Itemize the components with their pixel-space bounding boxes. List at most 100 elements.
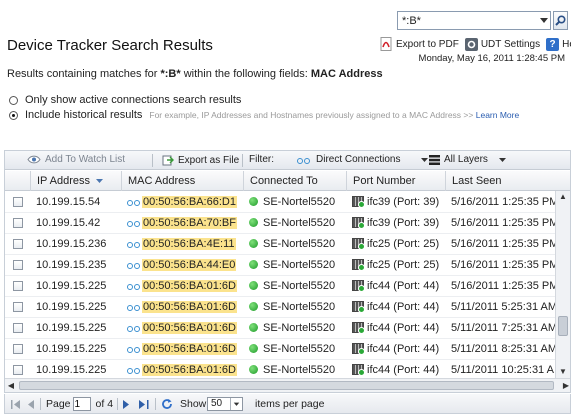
port-icon: [352, 300, 365, 313]
scroll-right-arrow[interactable]: ▶: [560, 379, 570, 392]
search-field[interactable]: [397, 11, 551, 30]
cell-mac-value[interactable]: 00:50:56:BA:01:6D: [142, 364, 237, 376]
cell-port-value[interactable]: ifc44 (Port: 44): [367, 343, 439, 355]
row-checkbox[interactable]: [13, 239, 23, 249]
row-checkbox[interactable]: [13, 281, 23, 291]
page-number-input[interactable]: [72, 397, 91, 411]
cell-mac-value[interactable]: 00:50:56:BA:4E:11: [142, 238, 236, 250]
cell-connected-value[interactable]: SE-Nortel5520: [263, 238, 335, 250]
table-row[interactable]: 10.199.15.54 00:50:56:BA:66:D1 SE-Nortel55…: [5, 192, 556, 213]
column-header-port[interactable]: Port Number: [347, 171, 446, 191]
date-timestamp: Monday, May 16, 2011 1:28:45 PM: [418, 53, 565, 64]
chevron-down-icon[interactable]: [538, 12, 550, 29]
last-page-button[interactable]: [139, 394, 149, 414]
cell-connected-value[interactable]: SE-Nortel5520: [263, 301, 335, 313]
cell-mac-value[interactable]: 00:50:56:BA:01:6D: [142, 280, 237, 292]
radio-historical[interactable]: [9, 110, 18, 120]
next-page-button[interactable]: [123, 394, 129, 414]
row-checkbox[interactable]: [13, 302, 23, 312]
row-checkbox[interactable]: [13, 344, 23, 354]
cell-port-value[interactable]: ifc39 (Port: 39): [367, 196, 439, 208]
cell-port-value[interactable]: ifc44 (Port: 44): [367, 301, 439, 313]
add-watch-button[interactable]: Add To Watch List: [27, 154, 125, 165]
cell-port-value[interactable]: ifc44 (Port: 44): [367, 280, 439, 292]
cell-connected-value[interactable]: SE-Nortel5520: [263, 280, 335, 292]
sort-descending-icon: [96, 178, 104, 183]
cell-port-value[interactable]: ifc39 (Port: 39): [367, 217, 439, 229]
prev-page-button[interactable]: [28, 394, 34, 414]
row-checkbox[interactable]: [13, 260, 23, 270]
port-icon: [352, 321, 365, 334]
mac-connection-icon: [127, 304, 140, 312]
status-up-icon: [249, 301, 258, 311]
cell-mac-value[interactable]: 00:50:56:BA:01:6D: [142, 301, 237, 313]
column-header-connected[interactable]: Connected To: [244, 171, 347, 191]
learn-more-link[interactable]: Learn More: [476, 110, 519, 120]
next-page-icon: [123, 399, 129, 409]
column-header-ip[interactable]: IP Address: [31, 171, 122, 191]
column-header-last-seen[interactable]: Last Seen: [446, 171, 570, 191]
radio-active-only[interactable]: [9, 95, 18, 105]
cell-last-seen: 5/11/2011 8:25:31 AM: [451, 343, 555, 355]
row-checkbox[interactable]: [13, 218, 23, 228]
horizontal-scrollbar[interactable]: ◀ ▶: [5, 378, 570, 392]
table-row[interactable]: 10.199.15.225 00:50:56:BA:01:6D SE-Nortel5…: [5, 276, 556, 297]
chevron-down-icon: [498, 157, 506, 162]
horizontal-scroll-thumb[interactable]: [19, 381, 554, 390]
vertical-scrollbar[interactable]: ▲ ▼: [555, 191, 570, 378]
search-input[interactable]: [398, 12, 538, 29]
cell-port-value[interactable]: ifc25 (Port: 25): [367, 238, 439, 250]
cell-mac-value[interactable]: 00:50:56:BA:01:6D: [142, 322, 237, 334]
historical-hint: For example, IP Addresses and Hostnames …: [149, 110, 519, 120]
cell-connected-value[interactable]: SE-Nortel5520: [263, 259, 335, 271]
table-row[interactable]: 10.199.15.235 00:50:56:BA:44:E0 SE-Nortel5…: [5, 255, 556, 276]
cell-ip: 10.199.15.225: [36, 343, 107, 355]
option-historical[interactable]: Include historical results For example, …: [9, 109, 519, 121]
vertical-scroll-thumb[interactable]: [558, 316, 568, 336]
filter-dropdown[interactable]: Direct Connections: [297, 154, 429, 165]
cell-connected-value[interactable]: SE-Nortel5520: [263, 343, 335, 355]
row-checkbox[interactable]: [13, 323, 23, 333]
items-per-page-label: items per page: [255, 398, 325, 410]
summary-term: *:B*: [160, 68, 181, 80]
option-active-only[interactable]: Only show active connections search resu…: [9, 94, 241, 106]
cell-port: ifc44 (Port: 44): [352, 276, 439, 297]
cell-connected: SE-Nortel5520: [249, 255, 335, 276]
cell-mac-value[interactable]: 00:50:56:BA:01:6D: [142, 343, 237, 355]
table-row[interactable]: 10.199.15.42 00:50:56:BA:70:BF SE-Nortel55…: [5, 213, 556, 234]
export-pdf-link[interactable]: Export to PDF: [380, 37, 459, 51]
scroll-down-arrow[interactable]: ▼: [556, 366, 570, 378]
cell-port-value[interactable]: ifc25 (Port: 25): [367, 259, 439, 271]
help-link[interactable]: ? Help: [546, 37, 571, 51]
table-row[interactable]: 10.199.15.225 00:50:56:BA:01:6D SE-Nortel5…: [5, 297, 556, 318]
scroll-up-arrow[interactable]: ▲: [556, 191, 570, 203]
cell-last-seen: 5/16/2011 1:25:35 PM: [451, 238, 555, 250]
row-checkbox[interactable]: [13, 197, 23, 207]
cell-connected-value[interactable]: SE-Nortel5520: [263, 196, 335, 208]
cell-mac-value[interactable]: 00:50:56:BA:70:BF: [142, 217, 237, 229]
search-button[interactable]: [553, 11, 568, 30]
cell-mac: 00:50:56:BA:01:6D: [127, 339, 237, 360]
refresh-button[interactable]: [161, 394, 173, 414]
cell-mac-value[interactable]: 00:50:56:BA:44:E0: [142, 259, 237, 271]
row-checkbox[interactable]: [13, 365, 23, 375]
cell-connected-value[interactable]: SE-Nortel5520: [263, 322, 335, 334]
table-row[interactable]: 10.199.15.225 00:50:56:BA:01:6D SE-Nortel5…: [5, 339, 556, 360]
table-row[interactable]: 10.199.15.225 00:50:56:BA:01:6D SE-Nortel5…: [5, 318, 556, 339]
table-row[interactable]: 10.199.15.236 00:50:56:BA:4E:11 SE-Nortel5…: [5, 234, 556, 255]
export-file-label: Export as File: [178, 154, 240, 166]
layers-dropdown[interactable]: All Layers: [429, 154, 507, 165]
cell-mac-value[interactable]: 00:50:56:BA:66:D1: [142, 196, 237, 208]
export-file-button[interactable]: Export as File: [162, 154, 239, 166]
cell-connected-value[interactable]: SE-Nortel5520: [263, 217, 335, 229]
udt-settings-link[interactable]: UDT Settings: [464, 37, 540, 51]
column-header-mac[interactable]: MAC Address: [122, 171, 244, 191]
cell-port-value[interactable]: ifc44 (Port: 44): [367, 322, 439, 334]
per-page-select[interactable]: 50: [207, 394, 243, 414]
first-page-button[interactable]: [11, 394, 21, 414]
cell-connected-value[interactable]: SE-Nortel5520: [263, 364, 335, 376]
eye-icon: [27, 155, 41, 164]
cell-mac: 00:50:56:BA:01:6D: [127, 318, 237, 339]
scroll-left-arrow[interactable]: ◀: [5, 379, 17, 392]
cell-port-value[interactable]: ifc44 (Port: 44): [367, 364, 439, 376]
